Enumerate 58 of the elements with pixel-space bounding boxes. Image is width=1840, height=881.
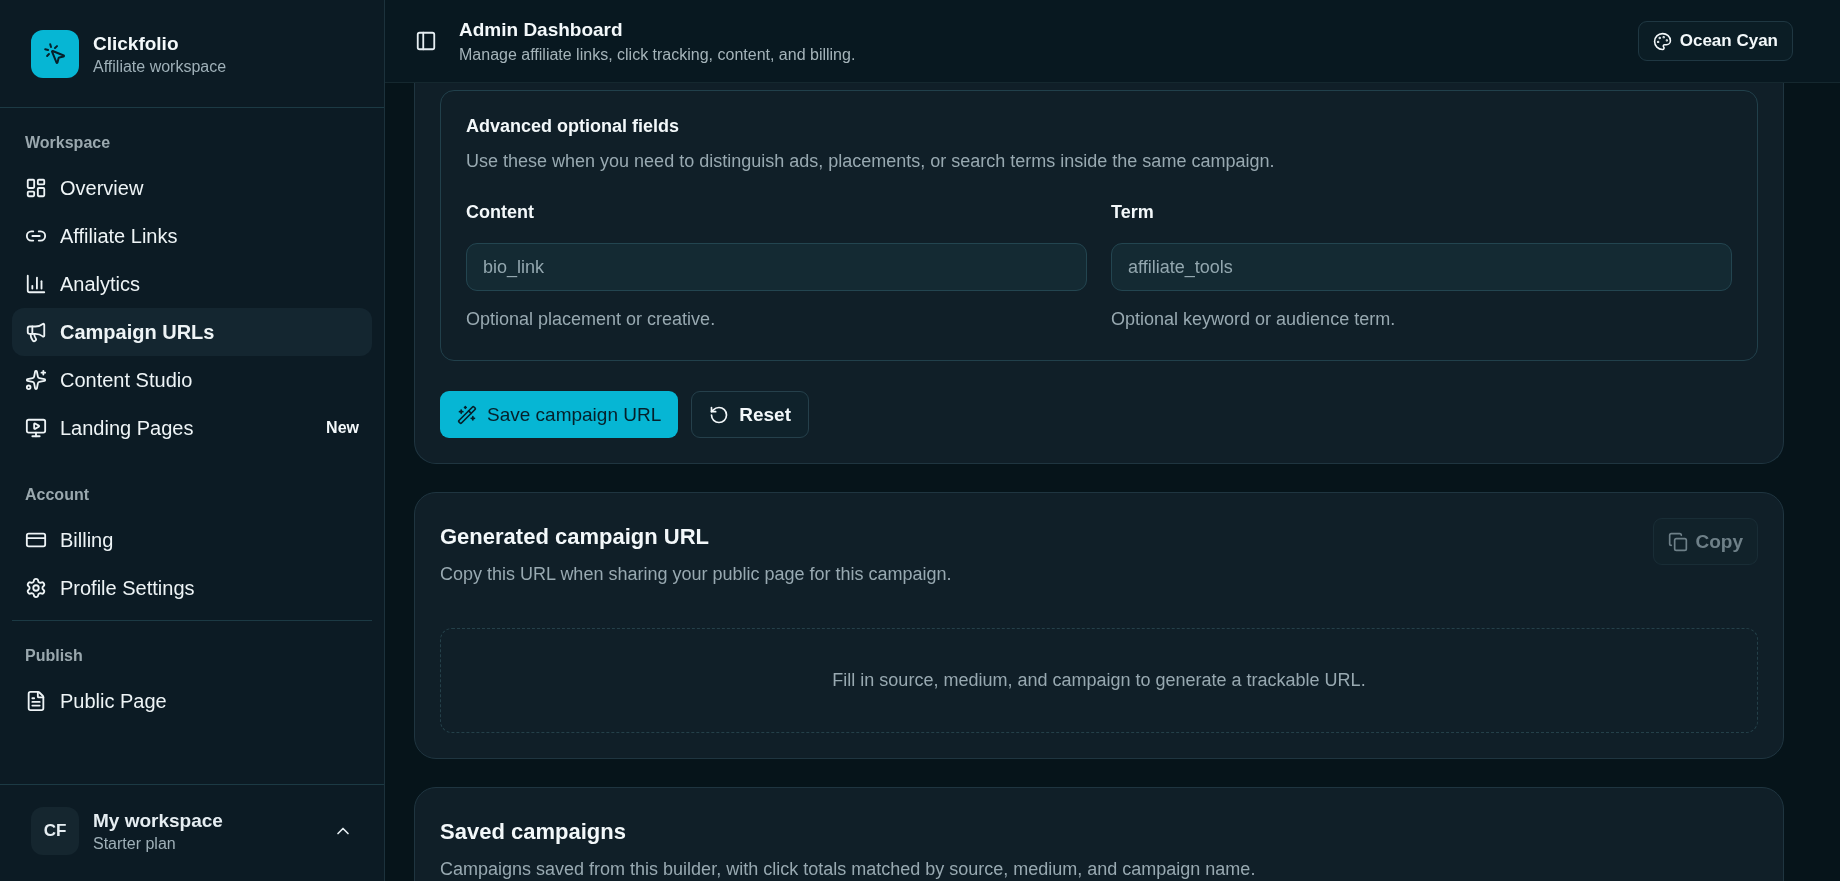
brand-name: Clickfolio xyxy=(93,32,180,55)
nav-item-label: Public Page xyxy=(60,689,168,713)
field-hint: Optional placement or creative. xyxy=(466,309,717,330)
brand-subtitle: Affiliate workspace xyxy=(93,57,227,76)
section-title: Publish xyxy=(24,647,84,666)
panel-description: Use these when you need to distinguish ads, placements, or search terms inside the same campaign. xyxy=(466,151,1276,172)
nav-item[interactable]: Content Studio xyxy=(12,356,372,404)
bar-chart-icon xyxy=(25,273,47,295)
section-title: Account xyxy=(24,486,90,505)
theme-button[interactable]: Ocean Cyan xyxy=(1637,21,1793,61)
nav-item[interactable]: Billing xyxy=(12,516,372,564)
page-subtitle: Manage affiliate links, click tracking, content, and billing. xyxy=(459,45,857,64)
nav-item-label: Campaign URLs xyxy=(60,320,216,344)
input-field[interactable]: bio_link xyxy=(466,243,1087,291)
workspace-avatar: CF xyxy=(31,807,79,855)
nav-item[interactable]: Analytics xyxy=(12,260,372,308)
logo-icon xyxy=(31,30,79,78)
monitor-icon xyxy=(25,417,47,439)
card-description: Copy this URL when sharing your public page for this campaign. xyxy=(440,564,952,585)
nav-item[interactable]: Campaign URLs xyxy=(12,308,372,356)
field-label: Term xyxy=(1111,202,1155,223)
input-field[interactable]: affiliate_tools xyxy=(1111,243,1732,291)
empty-message: Fill in source, medium, and campaign to generate a trackable URL. xyxy=(832,670,1366,691)
megaphone-icon xyxy=(25,321,47,343)
card-title: Generated campaign URL xyxy=(440,524,710,550)
document-icon xyxy=(25,690,47,712)
reset-button[interactable]: Reset xyxy=(691,391,809,438)
field-label: Content xyxy=(466,202,535,223)
nav-item[interactable]: Affiliate Links xyxy=(12,212,372,260)
copy-icon xyxy=(1667,531,1688,552)
palette-icon xyxy=(1652,31,1672,51)
nav-item-label: Overview xyxy=(60,176,145,200)
nav-item-label: Content Studio xyxy=(60,368,194,392)
nav-item[interactable]: Overview xyxy=(12,164,372,212)
sparkles-icon xyxy=(25,369,47,391)
new-label: New xyxy=(326,419,359,437)
nav-item[interactable]: Landing Pages New xyxy=(12,404,372,452)
workspace-name: My workspace xyxy=(93,809,224,832)
settings-icon xyxy=(25,577,47,599)
nav-item-label: Billing xyxy=(60,528,115,552)
page-title: Admin Dashboard xyxy=(459,18,624,41)
sidebar-toggle-icon[interactable] xyxy=(415,30,437,52)
save-button[interactable]: Save campaign URL xyxy=(440,391,679,438)
card-title: Saved campaigns xyxy=(440,819,627,845)
nav-item-label: Analytics xyxy=(60,272,142,296)
nav-item[interactable]: Public Page xyxy=(12,677,372,725)
reset-icon xyxy=(709,404,730,425)
nav-item-label: Profile Settings xyxy=(60,576,196,600)
panel-title: Advanced optional fields xyxy=(466,116,681,137)
nav-item-label: Affiliate Links xyxy=(60,224,179,248)
workspace-plan: Starter plan xyxy=(93,834,177,853)
section-title: Workspace xyxy=(24,134,112,153)
dashboard-icon xyxy=(25,177,47,199)
nav-item-label: Landing Pages xyxy=(60,416,195,440)
nav-item[interactable]: Profile Settings xyxy=(12,564,372,612)
magic-wand-icon xyxy=(457,404,477,425)
card-description: Campaigns saved from this builder, with click totals matched by source, medium, and campaign name. xyxy=(440,859,1257,880)
field-hint: Optional keyword or audience term. xyxy=(1111,309,1397,330)
